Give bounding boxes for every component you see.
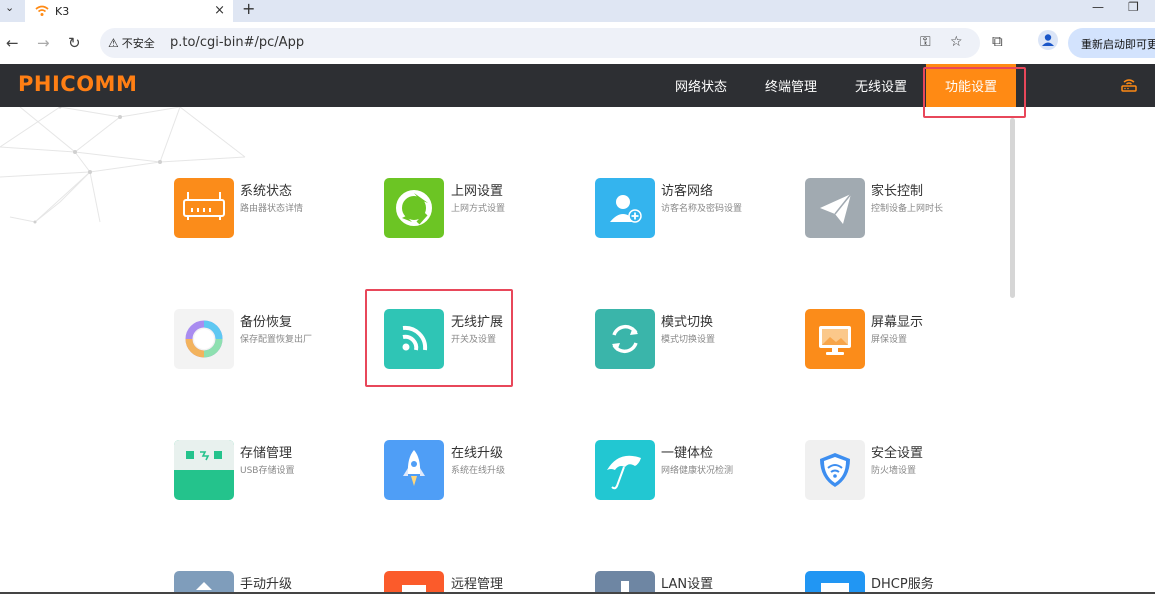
highlight-box-nav: [923, 67, 1026, 118]
app-tile-storage-management[interactable]: [174, 440, 234, 500]
screen-icon: [819, 326, 851, 355]
app-title-lan-settings[interactable]: LAN设置: [661, 573, 713, 592]
app-title-remote-management[interactable]: 远程管理: [451, 573, 503, 592]
manual-upgrade-icon: [196, 582, 212, 590]
internet-icon: [396, 190, 432, 226]
mode-switch-icon: [612, 324, 638, 354]
wifi-favicon-icon: [35, 5, 49, 16]
app-subtitle-online-upgrade: 系统在线升级: [451, 466, 506, 476]
usb-storage-icon: [174, 440, 234, 470]
app-tile-system-status[interactable]: [174, 178, 234, 238]
app-subtitle-backup-restore: 保存配置恢复出厂: [240, 335, 313, 345]
app-subtitle-system-status: 路由器状态详情: [240, 204, 304, 214]
app-tile-security-settings[interactable]: [805, 440, 865, 500]
security-indicator[interactable]: ⚠ 不安全: [108, 35, 155, 51]
browser-tab[interactable]: K3 ×: [25, 0, 233, 22]
tab-close-icon[interactable]: ×: [214, 3, 225, 18]
app-title-storage-management[interactable]: 存储管理: [240, 442, 292, 461]
restart-to-update-button[interactable]: 重新启动即可更新: [1068, 28, 1155, 58]
nav-wireless-settings[interactable]: 无线设置: [842, 64, 920, 107]
forward-arrow-icon[interactable]: →: [37, 34, 50, 52]
app-title-guest-network[interactable]: 访客网络: [661, 180, 713, 199]
extensions-puzzle-icon[interactable]: ⧉: [992, 32, 1003, 50]
app-tile-remote-management[interactable]: [384, 571, 444, 592]
app-tile-guest-network[interactable]: [595, 178, 655, 238]
minimize-window-icon[interactable]: —: [1092, 0, 1104, 14]
person-icon: [1042, 34, 1054, 46]
app-subtitle-internet-settings: 上网方式设置: [451, 204, 506, 214]
app-tile-lan-settings[interactable]: [595, 571, 655, 592]
add-user-icon: [610, 195, 642, 223]
app-subtitle-mode-switch: 模式切换设置: [661, 335, 716, 345]
restore-window-icon[interactable]: ❐: [1128, 0, 1139, 14]
dhcp-icon: [821, 583, 849, 592]
security-label: 不安全: [121, 37, 155, 50]
app-title-backup-restore[interactable]: 备份恢复: [240, 311, 292, 330]
rocket-icon: [403, 450, 425, 486]
tab-title: K3: [55, 4, 70, 18]
router-status-icon[interactable]: [1121, 78, 1137, 92]
app-title-screen-display[interactable]: 屏幕显示: [871, 311, 923, 330]
paper-plane-icon: [820, 193, 852, 224]
url-text[interactable]: p.to/cgi-bin#/pc/App: [170, 35, 304, 50]
lan-icon: [621, 581, 629, 592]
app-tile-one-click-check[interactable]: [595, 440, 655, 500]
router-icon: [183, 192, 225, 220]
app-subtitle-guest-network: 访客名称及密码设置: [661, 204, 743, 214]
app-title-manual-upgrade[interactable]: 手动升级: [240, 573, 292, 592]
browser-toolbar: ← → ↻ ⚠ 不安全 p.to/cgi-bin#/pc/App ⚿ ☆ ⧉ 重…: [0, 22, 1155, 64]
content-scrollbar[interactable]: [1010, 118, 1015, 298]
bookmark-star-icon[interactable]: ☆: [950, 34, 963, 50]
address-bar[interactable]: ⚠ 不安全 p.to/cgi-bin#/pc/App ⚿ ☆: [100, 28, 980, 58]
app-tile-online-upgrade[interactable]: [384, 440, 444, 500]
app-title-system-status[interactable]: 系统状态: [240, 180, 292, 199]
new-tab-button[interactable]: +: [242, 0, 255, 18]
profile-avatar[interactable]: [1038, 30, 1058, 50]
app-title-security-settings[interactable]: 安全设置: [871, 442, 923, 461]
backup-ring-icon: [185, 320, 223, 358]
password-key-icon[interactable]: ⚿: [920, 34, 931, 50]
app-title-online-upgrade[interactable]: 在线升级: [451, 442, 503, 461]
app-subtitle-screen-display: 屏保设置: [871, 335, 908, 345]
app-tile-dhcp-service[interactable]: [805, 571, 865, 592]
tab-search-chevron-icon[interactable]: ⌄: [5, 1, 14, 14]
app-tile-parental-control[interactable]: [805, 178, 865, 238]
app-subtitle-one-click-check: 网络健康状况检测: [661, 466, 734, 476]
app-tile-manual-upgrade[interactable]: [174, 571, 234, 592]
app-title-dhcp-service[interactable]: DHCP服务: [871, 573, 934, 592]
app-tile-backup-restore[interactable]: [174, 309, 234, 369]
app-tile-internet-settings[interactable]: [384, 178, 444, 238]
app-title-mode-switch[interactable]: 模式切换: [661, 311, 713, 330]
app-title-internet-settings[interactable]: 上网设置: [451, 180, 503, 199]
app-tile-mode-switch[interactable]: [595, 309, 655, 369]
browser-tab-strip: ⌄ K3 × + — ❐: [0, 0, 1155, 22]
shield-wifi-icon: [820, 453, 850, 487]
app-subtitle-parental-control: 控制设备上网时长: [871, 204, 944, 214]
warning-icon: ⚠: [108, 36, 119, 50]
remote-manage-icon: [402, 585, 426, 592]
nav-network-status[interactable]: 网络状态: [662, 64, 740, 107]
nav-terminal-management[interactable]: 终端管理: [752, 64, 830, 107]
phicomm-logo: PHICOMM: [18, 72, 138, 96]
app-subtitle-security-settings: 防火墙设置: [871, 466, 917, 476]
app-tile-screen-display[interactable]: [805, 309, 865, 369]
umbrella-icon: [607, 455, 641, 490]
app-subtitle-storage-management: USB存储设置: [240, 466, 295, 476]
reload-icon[interactable]: ↻: [68, 34, 81, 52]
app-title-parental-control[interactable]: 家长控制: [871, 180, 923, 199]
highlight-box-wireless-extension: [365, 289, 513, 387]
app-title-one-click-check[interactable]: 一键体检: [661, 442, 713, 461]
back-arrow-icon[interactable]: ←: [6, 34, 19, 52]
